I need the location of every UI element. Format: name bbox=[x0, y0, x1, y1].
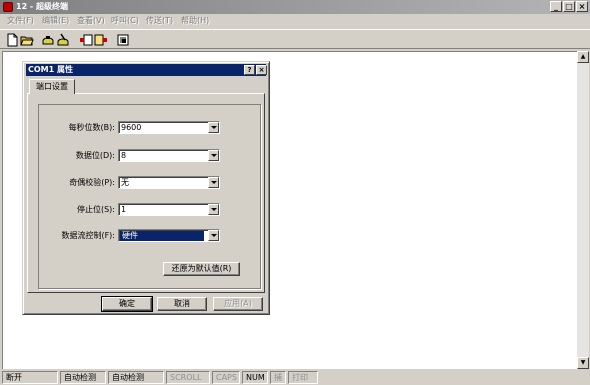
chevron-down-icon[interactable] bbox=[208, 150, 219, 161]
menu-bar: 文件(F) 编辑(E) 查看(V) 呼叫(C) 传送(T) 帮助(H) bbox=[0, 14, 590, 28]
status-caps: CAPS bbox=[212, 371, 240, 384]
app-icon[interactable] bbox=[3, 2, 13, 12]
menu-call[interactable]: 呼叫(C) bbox=[111, 16, 139, 26]
baud-rate-select[interactable]: 9600 bbox=[118, 121, 220, 134]
menu-help[interactable]: 帮助(H) bbox=[181, 16, 209, 26]
chevron-down-icon[interactable] bbox=[208, 177, 219, 188]
status-num: NUM bbox=[242, 371, 268, 384]
menu-view[interactable]: 查看(V) bbox=[77, 16, 105, 26]
chevron-down-icon[interactable] bbox=[208, 122, 219, 133]
stop-bits-label: 停止位(S): bbox=[76, 205, 115, 214]
scroll-up-icon[interactable]: ▲ bbox=[577, 51, 589, 63]
title-bar[interactable]: 12 - 超级终端 _ □ × bbox=[0, 0, 590, 14]
dialog-title-bar[interactable]: COM1 属性 ? × bbox=[26, 64, 267, 76]
baud-rate-label: 每秒位数(B): bbox=[68, 123, 115, 132]
open-icon[interactable] bbox=[20, 33, 34, 47]
status-detect-2: 自动检测 bbox=[108, 371, 164, 384]
com-properties-dialog: COM1 属性 ? × 端口设置 每秒位数(B): 9600 数据位(D): 8… bbox=[22, 61, 270, 315]
menu-transfer[interactable]: 传送(T) bbox=[146, 16, 173, 26]
chevron-down-icon[interactable] bbox=[208, 230, 219, 241]
flow-control-value: 硬件 bbox=[120, 231, 204, 241]
status-print: 打印 bbox=[288, 371, 318, 384]
data-bits-select[interactable]: 8 bbox=[118, 149, 220, 162]
data-bits-value: 8 bbox=[121, 151, 127, 160]
properties-icon[interactable] bbox=[116, 33, 130, 47]
menu-edit[interactable]: 编辑(E) bbox=[42, 16, 69, 26]
status-capture: 捕 bbox=[270, 371, 286, 384]
vertical-scrollbar[interactable]: ▲ ▼ bbox=[577, 51, 589, 369]
data-bits-label: 数据位(D): bbox=[75, 151, 115, 160]
connect-icon[interactable] bbox=[41, 33, 55, 47]
restore-defaults-button[interactable]: 还原为默认值(R) bbox=[163, 262, 240, 276]
apply-button[interactable]: 应用(A) bbox=[213, 297, 263, 311]
flow-control-select[interactable]: 硬件 bbox=[118, 229, 220, 242]
baud-rate-value: 9600 bbox=[121, 123, 142, 132]
minimize-button[interactable]: _ bbox=[550, 1, 562, 12]
dialog-title: COM1 属性 bbox=[28, 65, 73, 74]
chevron-down-icon[interactable] bbox=[208, 204, 219, 215]
status-connection: 断开 bbox=[2, 371, 58, 384]
status-bar: 断开 自动检测 自动检测 SCROLL CAPS NUM 捕 打印 bbox=[0, 370, 590, 385]
stop-bits-value: 1 bbox=[121, 205, 127, 214]
new-icon[interactable] bbox=[5, 33, 19, 47]
scroll-down-icon[interactable]: ▼ bbox=[577, 357, 589, 369]
parity-value: 无 bbox=[121, 178, 129, 187]
receive-icon[interactable] bbox=[94, 33, 108, 47]
send-icon[interactable] bbox=[79, 33, 93, 47]
tab-port-settings[interactable]: 端口设置 bbox=[29, 79, 75, 94]
stop-bits-select[interactable]: 1 bbox=[118, 203, 220, 216]
menu-file[interactable]: 文件(F) bbox=[7, 16, 34, 26]
maximize-button[interactable]: □ bbox=[563, 1, 575, 12]
hyperterminal-window: 12 - 超级终端 _ □ × 文件(F) 编辑(E) 查看(V) 呼叫(C) … bbox=[0, 0, 590, 385]
help-button[interactable]: ? bbox=[244, 65, 255, 75]
flow-control-label: 数据流控制(F): bbox=[61, 231, 115, 240]
status-scroll: SCROLL bbox=[166, 371, 210, 384]
toolbar bbox=[0, 29, 590, 49]
status-detect-1: 自动检测 bbox=[60, 371, 106, 384]
parity-label: 奇偶校验(P): bbox=[69, 178, 115, 187]
parity-select[interactable]: 无 bbox=[118, 176, 220, 189]
close-button[interactable]: × bbox=[576, 1, 588, 12]
window-title: 12 - 超级终端 bbox=[16, 2, 69, 11]
disconnect-icon[interactable] bbox=[56, 33, 70, 47]
ok-button[interactable]: 确定 bbox=[101, 296, 153, 312]
dialog-close-button[interactable]: × bbox=[256, 65, 267, 75]
cancel-button[interactable]: 取消 bbox=[157, 297, 207, 311]
